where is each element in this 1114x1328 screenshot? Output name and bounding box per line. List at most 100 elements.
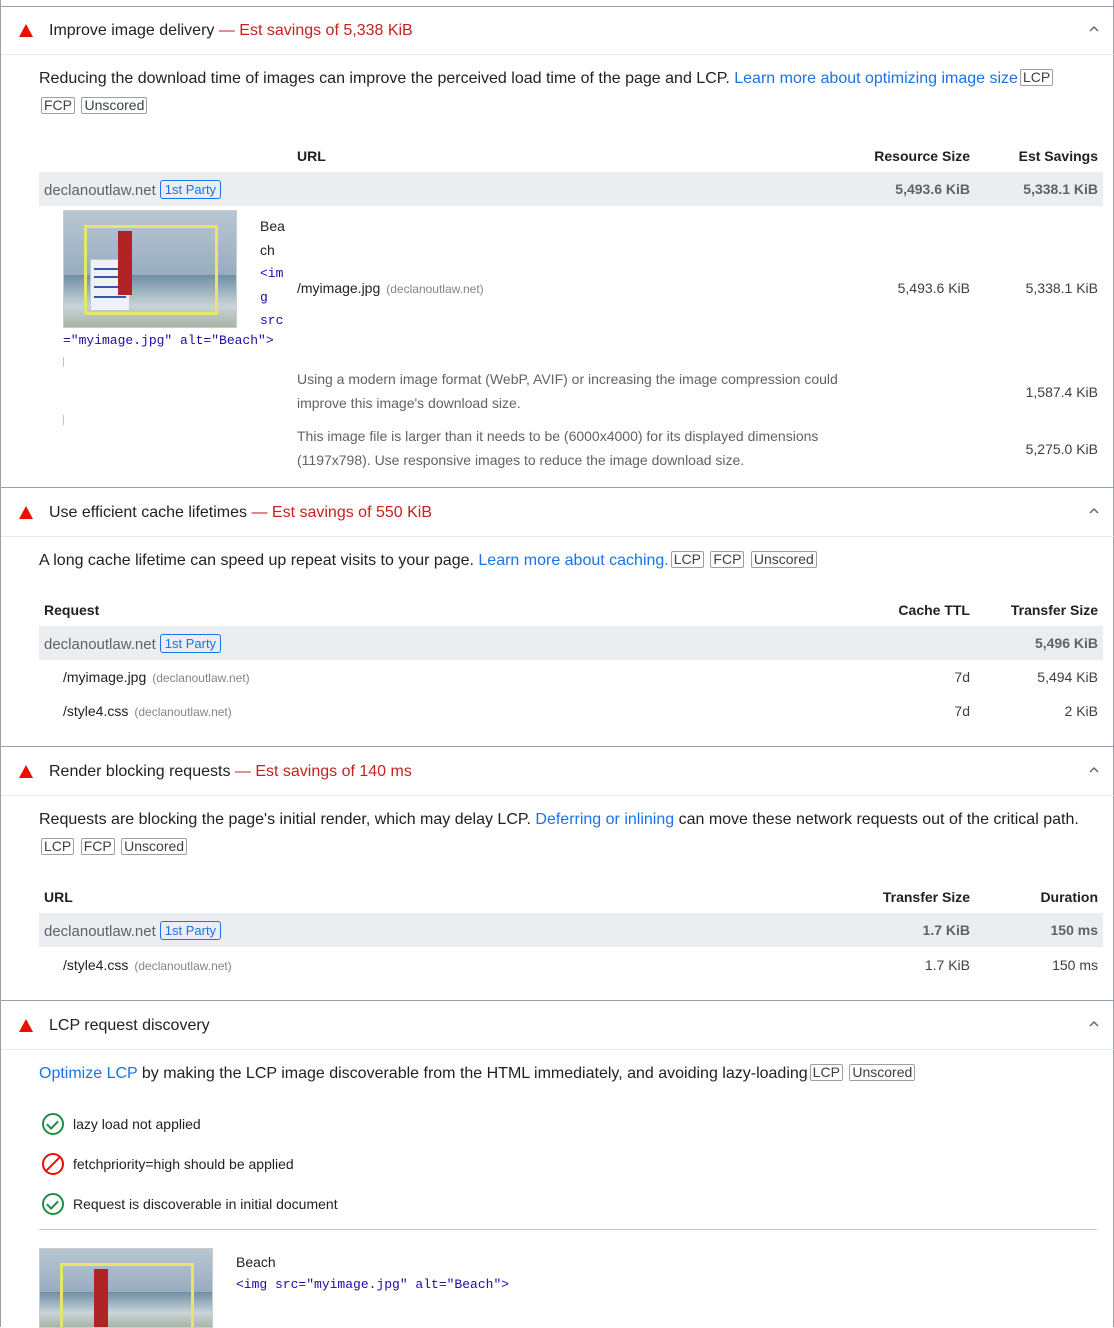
group-duration: 150 ms <box>1050 922 1098 938</box>
description-text: Requests are blocking the page's initial… <box>39 811 531 828</box>
column-header-url: URL <box>297 148 326 164</box>
audit-header-image-delivery[interactable]: Improve image delivery — Est savings of … <box>1 7 1114 55</box>
check-circle-icon <box>42 1113 64 1135</box>
tree-line <box>63 415 64 425</box>
tag-fcp: FCP <box>710 551 745 568</box>
description-text: can move these network requests out of t… <box>678 811 1079 828</box>
savings-text: — Est savings of 5,338 KiB <box>214 22 413 39</box>
audit-description: Requests are blocking the page's initial… <box>39 806 1089 862</box>
cache-ttl: 7d <box>954 703 970 719</box>
resource-url[interactable]: /style4.css (declanoutlaw.net) <box>63 703 232 719</box>
learn-more-link[interactable]: Learn more about caching. <box>478 552 668 569</box>
optimize-lcp-link[interactable]: Optimize LCP <box>39 1065 137 1082</box>
group-row-declanoutlaw: declanoutlaw.net 1st Party 5,493.6 KiB 5,… <box>39 172 1103 206</box>
first-party-badge: 1st Party <box>159 634 222 653</box>
deferring-link[interactable]: Deferring or inlining <box>535 811 674 828</box>
chevron-up-icon[interactable] <box>1089 1019 1099 1029</box>
fail-triangle-icon <box>19 1019 33 1032</box>
tag-fcp: FCP <box>80 838 115 855</box>
audit-improve-image-delivery: Improve image delivery — Est savings of … <box>1 6 1114 488</box>
node-label: Beach <box>236 1254 276 1270</box>
node-label-line: ch <box>260 241 275 258</box>
resource-url[interactable]: /myimage.jpg (declanoutlaw.net) <box>63 669 250 685</box>
fail-triangle-icon <box>19 765 33 778</box>
blocked-circle-icon <box>42 1153 64 1175</box>
transfer-size: 5,494 KiB <box>1037 669 1098 685</box>
audit-title: Render blocking requests — Est savings o… <box>49 763 412 780</box>
divider <box>39 1229 1097 1230</box>
column-header-transfer-size: Transfer Size <box>882 889 970 905</box>
subitem-savings: 1,587.4 KiB <box>1025 384 1098 400</box>
transfer-size: 1.7 KiB <box>924 957 970 973</box>
audit-description: Reducing the download time of images can… <box>39 65 1089 121</box>
column-header-cache-ttl: Cache TTL <box>898 602 970 618</box>
chevron-up-icon[interactable] <box>1089 24 1099 34</box>
tag-lcp: LCP <box>809 1064 843 1081</box>
cache-ttl: 7d <box>954 669 970 685</box>
audit-description: A long cache lifetime can speed up repea… <box>39 547 1089 575</box>
column-header-est-savings: Est Savings <box>1018 148 1098 164</box>
image-delivery-table: URL Resource Size Est Savings declanoutl… <box>39 147 1103 468</box>
column-header-request: Request <box>44 602 100 618</box>
learn-more-link[interactable]: Learn more about optimizing image size <box>734 70 1018 87</box>
column-header-transfer-size: Transfer Size <box>1010 602 1098 618</box>
lcp-image-thumbnail[interactable] <box>39 1248 213 1328</box>
column-header-duration: Duration <box>1040 889 1098 905</box>
resource-savings: 5,338.1 KiB <box>1025 280 1098 296</box>
chevron-up-icon[interactable] <box>1089 765 1099 775</box>
chevron-up-icon[interactable] <box>1089 506 1099 516</box>
resource-size: 5,493.6 KiB <box>897 280 970 296</box>
resource-url[interactable]: /myimage.jpg (declanoutlaw.net) <box>297 280 484 296</box>
tag-unscored: Unscored <box>750 551 817 568</box>
node-snippet: Bea ch <im g src <box>260 215 285 333</box>
fail-triangle-icon <box>19 24 33 37</box>
column-header-resource-size: Resource Size <box>874 148 970 164</box>
tree-line <box>63 357 64 367</box>
audit-header-render-blocking[interactable]: Render blocking requests — Est savings o… <box>1 748 1114 796</box>
resource-origin: (declanoutlaw.net) <box>134 959 232 973</box>
fail-triangle-icon <box>19 506 33 519</box>
column-header-url: URL <box>44 889 73 905</box>
resource-origin: (declanoutlaw.net) <box>134 705 232 719</box>
group-savings: 5,338.1 KiB <box>1023 181 1098 197</box>
resource-url[interactable]: /style4.css (declanoutlaw.net) <box>63 957 232 973</box>
cache-table: Request Cache TTL Transfer Size declanou… <box>39 601 1103 731</box>
group-transfer-size: 5,496 KiB <box>1034 635 1098 651</box>
description-text: Reducing the download time of images can… <box>39 70 730 87</box>
node-code-tail: ="myimage.jpg" alt="Beach"> <box>63 333 274 348</box>
tag-lcp: LCP <box>1019 69 1054 86</box>
transfer-size: 2 KiB <box>1064 703 1098 719</box>
check-label: Request is discoverable in initial docum… <box>73 1196 338 1212</box>
description-text: by making the LCP image discoverable fro… <box>141 1065 808 1082</box>
savings-text: — Est savings of 550 KiB <box>247 504 432 521</box>
audit-header-lcp-discovery[interactable]: LCP request discovery <box>1 1002 1114 1050</box>
group-row-declanoutlaw: declanoutlaw.net 1st Party 1.7 KiB 150 ms <box>39 913 1103 947</box>
resource-origin: (declanoutlaw.net) <box>386 282 484 296</box>
subitem-text: Using a modern image format (WebP, AVIF)… <box>297 371 838 411</box>
tag-lcp: LCP <box>41 838 75 855</box>
image-thumbnail[interactable] <box>63 210 237 328</box>
node-code-line: g <box>260 289 268 305</box>
audit-lcp-discovery: LCP request discovery Optimize LCP by ma… <box>1 1002 1114 1328</box>
audit-render-blocking: Render blocking requests — Est savings o… <box>1 748 1114 1001</box>
audit-description: Optimize LCP by making the LCP image dis… <box>39 1060 1089 1088</box>
description-text: A long cache lifetime can speed up repea… <box>39 552 474 569</box>
audit-cache-lifetimes: Use efficient cache lifetimes — Est savi… <box>1 489 1114 747</box>
subitem-savings: 5,275.0 KiB <box>1025 441 1098 457</box>
savings-text: — Est savings of 140 ms <box>230 763 412 780</box>
resource-origin: (declanoutlaw.net) <box>152 671 250 685</box>
audit-title: LCP request discovery <box>49 1017 210 1034</box>
group-row-declanoutlaw: declanoutlaw.net 1st Party 5,496 KiB <box>39 626 1103 660</box>
group-name: declanoutlaw.net 1st Party <box>44 180 222 199</box>
subitem-text: This image file is larger than it needs … <box>297 428 819 468</box>
group-name: declanoutlaw.net 1st Party <box>44 921 222 940</box>
node-code-line: <im <box>260 266 284 281</box>
group-name: declanoutlaw.net 1st Party <box>44 634 222 653</box>
audit-header-cache[interactable]: Use efficient cache lifetimes — Est savi… <box>1 489 1114 537</box>
group-resource-size: 5,493.6 KiB <box>895 181 970 197</box>
node-code-line: src <box>260 313 284 328</box>
group-transfer-size: 1.7 KiB <box>922 922 970 938</box>
tag-unscored: Unscored <box>849 1064 916 1081</box>
node-label-line: Bea <box>260 218 285 234</box>
check-label: lazy load not applied <box>73 1116 201 1132</box>
